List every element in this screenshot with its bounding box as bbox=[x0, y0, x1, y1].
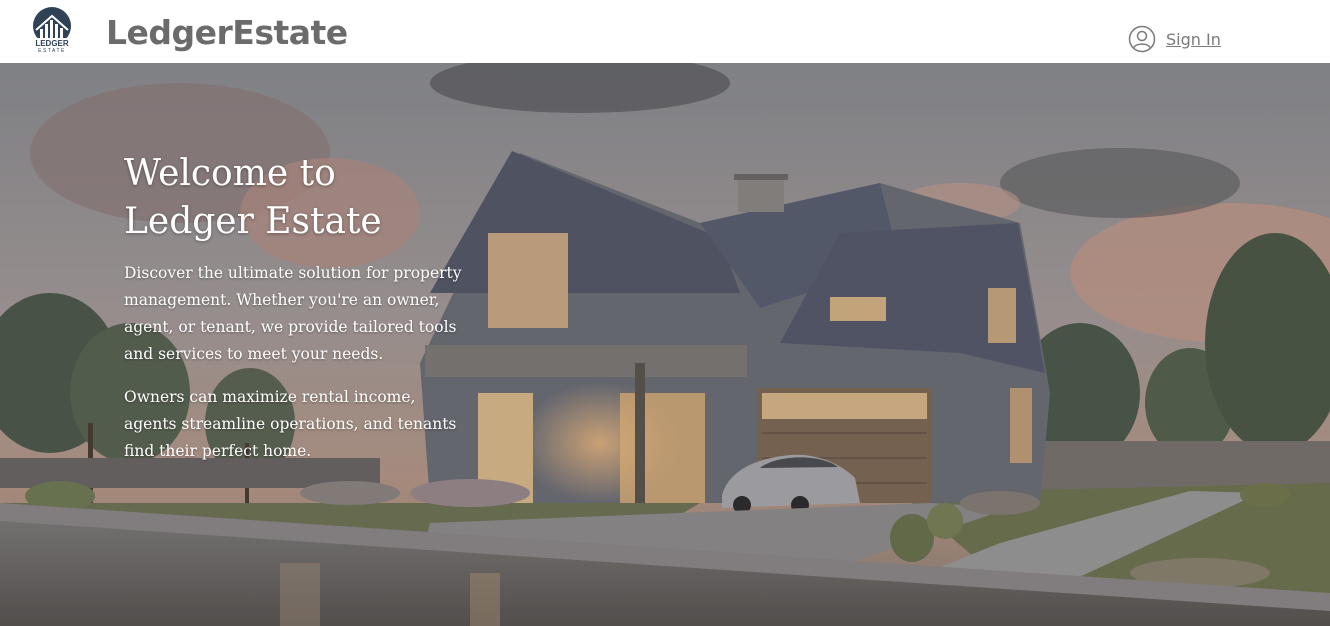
sign-in-link[interactable]: Sign In bbox=[1128, 24, 1221, 54]
user-circle-icon bbox=[1128, 25, 1156, 53]
hero-title: Welcome to Ledger Estate bbox=[124, 153, 382, 242]
site-header: LEDGER ESTATE LedgerEstate Sign In bbox=[0, 0, 1330, 63]
hero-paragraph-intro: Discover the ultimate solution for prope… bbox=[124, 264, 462, 363]
hero-text-block: Welcome to Ledger Estate Discover the ul… bbox=[124, 150, 469, 481]
hero-section: Welcome to Ledger Estate Discover the ul… bbox=[0, 63, 1330, 626]
brand-name[interactable]: LedgerEstate bbox=[106, 13, 348, 52]
ledger-estate-logo[interactable]: LEDGER ESTATE bbox=[28, 6, 76, 54]
hero-paragraph-benefits: Owners can maximize rental income, agent… bbox=[124, 388, 457, 460]
logo-text-bottom: ESTATE bbox=[38, 48, 66, 54]
sign-in-label[interactable]: Sign In bbox=[1166, 30, 1221, 49]
logo-text-top: LEDGER bbox=[35, 39, 69, 48]
